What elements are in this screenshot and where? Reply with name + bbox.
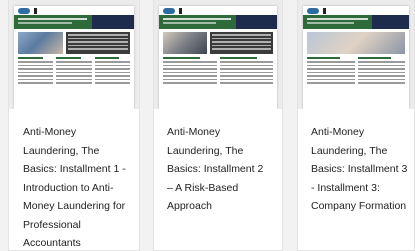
document-preview-image bbox=[14, 6, 134, 109]
publication-thumbnail[interactable] bbox=[298, 0, 414, 109]
publication-title[interactable]: Anti-Money Laundering, The Basics: Insta… bbox=[154, 109, 282, 216]
publication-thumbnail[interactable] bbox=[154, 0, 282, 109]
publication-card[interactable]: Anti-Money Laundering, The Basics: Insta… bbox=[297, 0, 415, 251]
publication-title[interactable]: Anti-Money Laundering, The Basics: Insta… bbox=[298, 109, 414, 216]
document-preview-image bbox=[159, 6, 277, 109]
publication-card[interactable]: Anti-Money Laundering, The Basics: Insta… bbox=[8, 0, 140, 251]
publication-thumbnail[interactable] bbox=[9, 0, 139, 109]
publication-grid: Anti-Money Laundering, The Basics: Insta… bbox=[0, 0, 415, 251]
publication-card[interactable]: Anti-Money Laundering, The Basics: Insta… bbox=[153, 0, 283, 251]
publication-title[interactable]: Anti-Money Laundering, The Basics: Insta… bbox=[9, 109, 139, 251]
document-preview-image bbox=[303, 6, 409, 109]
